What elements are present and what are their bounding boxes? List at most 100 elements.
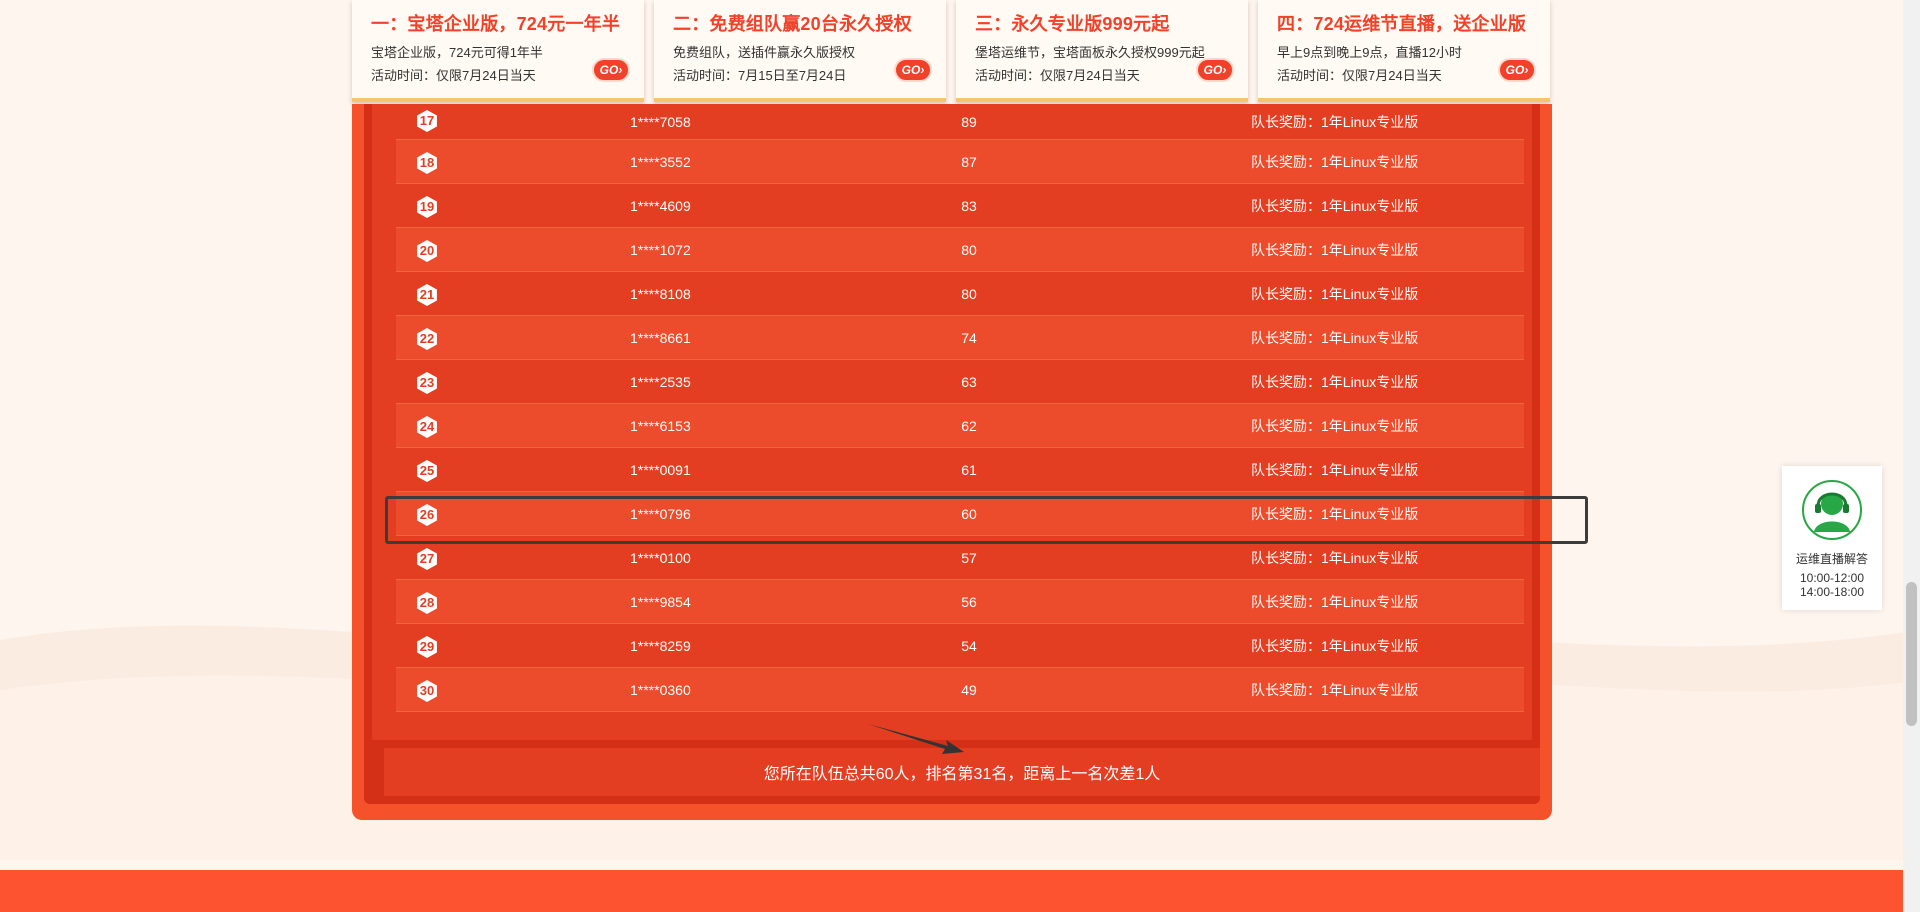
- rank-badge: 19: [417, 196, 437, 218]
- row-score: 89: [961, 114, 977, 130]
- rank-badge: 29: [417, 636, 437, 658]
- row-reward: 队长奖励：1年Linux专业版: [1251, 682, 1419, 698]
- table-row: 17 1****7058 89 队长奖励：1年Linux专业版: [396, 104, 1524, 140]
- table-row: 28 1****9854 56 队长奖励：1年Linux专业版: [396, 580, 1524, 624]
- row-user: 1****0360: [630, 682, 691, 698]
- go-label: GO: [901, 63, 921, 77]
- table-row: 24 1****6153 62 队长奖励：1年Linux专业版: [396, 404, 1524, 448]
- rank-badge: 30: [417, 680, 437, 702]
- row-score: 74: [961, 330, 977, 346]
- rank-badge: 28: [417, 592, 437, 614]
- row-reward: 队长奖励：1年Linux专业版: [1251, 374, 1419, 390]
- row-user: 1****7058: [630, 114, 691, 130]
- promo-title: 三：永久专业版999元起: [975, 14, 1170, 34]
- row-reward: 队长奖励：1年Linux专业版: [1251, 198, 1419, 214]
- rank-badge: 17: [417, 110, 437, 132]
- rank-badge: 24: [417, 416, 437, 438]
- row-reward: 队长奖励：1年Linux专业版: [1251, 242, 1419, 258]
- row-score: 60: [961, 506, 977, 522]
- go-label: GO: [599, 63, 619, 77]
- row-reward: 队长奖励：1年Linux专业版: [1251, 462, 1419, 478]
- row-reward: 队长奖励：1年Linux专业版: [1251, 638, 1419, 654]
- ranking-panel-inner: 17 1****7058 89 队长奖励：1年Linux专业版 18 1****3552 8…: [364, 104, 1540, 804]
- row-user: 1****6153: [630, 418, 691, 434]
- support-label: 运维直播解答: [1795, 552, 1868, 566]
- promo-cards: 一：宝塔企业版，724元一年半 宝塔企业版，724元可得1年半 活动时间：仅限7…: [352, 0, 1552, 104]
- row-user: 1****0796: [630, 506, 691, 522]
- ranking-table: 17 1****7058 89 队长奖励：1年Linux专业版 18 1****3552 8…: [372, 104, 1532, 740]
- chevron-right-icon: ›: [618, 63, 623, 77]
- ranking-rows: 17 1****7058 89 队长奖励：1年Linux专业版 18 1****3552 8…: [396, 104, 1524, 712]
- row-score: 62: [961, 418, 977, 434]
- row-reward: 队长奖励：1年Linux专业版: [1251, 550, 1419, 566]
- chevron-right-icon: ›: [1222, 63, 1227, 77]
- row-user: 1****4609: [630, 198, 691, 214]
- scrollbar-thumb[interactable]: [1906, 582, 1917, 726]
- rank-badge: 27: [417, 548, 437, 570]
- table-row: 27 1****0100 57 队长奖励：1年Linux专业版: [396, 536, 1524, 580]
- row-score: 63: [961, 374, 977, 390]
- row-reward: 队长奖励：1年Linux专业版: [1251, 594, 1419, 610]
- row-reward: 队长奖励：1年Linux专业版: [1251, 330, 1419, 346]
- customer-service-icon: [1802, 480, 1862, 540]
- rank-badge: 21: [417, 284, 437, 306]
- ranking-panel: 17 1****7058 89 队长奖励：1年Linux专业版 18 1****3552 8…: [352, 104, 1552, 820]
- promo-title: 一：宝塔企业版，724元一年半: [371, 14, 621, 34]
- rank-badge: 25: [417, 460, 437, 482]
- row-reward: 队长奖励：1年Linux专业版: [1251, 114, 1419, 130]
- table-row: 29 1****8259 54 队长奖励：1年Linux专业版: [396, 624, 1524, 668]
- row-user: 1****8259: [630, 638, 691, 654]
- row-user: 1****0100: [630, 550, 691, 566]
- row-reward: 队长奖励：1年Linux专业版: [1251, 418, 1419, 434]
- promo-card-2[interactable]: 二：免费组队赢20台永久授权 免费组队，送插件赢永久版授权 活动时间：7月15日…: [654, 0, 946, 102]
- row-score: 87: [961, 154, 977, 170]
- footer-band: [0, 870, 1920, 912]
- promo-title: 二：免费组队赢20台永久授权: [673, 14, 912, 34]
- promo-title: 四：724运维节直播，送企业版: [1277, 14, 1527, 34]
- chevron-right-icon: ›: [920, 63, 925, 77]
- row-reward: 队长奖励：1年Linux专业版: [1251, 506, 1419, 522]
- row-score: 54: [961, 638, 977, 654]
- rank-badge: 26: [417, 504, 437, 526]
- rank-badge: 20: [417, 240, 437, 262]
- promo-go-button[interactable]: GO ›: [592, 58, 630, 82]
- row-user: 1****8661: [630, 330, 691, 346]
- row-user: 1****9854: [630, 594, 691, 610]
- support-hours-am: 10:00-12:00: [1799, 571, 1865, 585]
- row-reward: 队长奖励：1年Linux专业版: [1251, 286, 1419, 302]
- promo-go-button[interactable]: GO ›: [1196, 58, 1234, 82]
- table-row: 21 1****8108 80 队长奖励：1年Linux专业版: [396, 272, 1524, 316]
- row-score: 56: [961, 594, 977, 610]
- table-row: 18 1****3552 87 队长奖励：1年Linux专业版: [396, 140, 1524, 184]
- go-label: GO: [1505, 63, 1525, 77]
- table-row: 19 1****4609 83 队长奖励：1年Linux专业版: [396, 184, 1524, 228]
- table-row: 25 1****0091 61 队长奖励：1年Linux专业版: [396, 448, 1524, 492]
- row-user: 1****3552: [630, 154, 691, 170]
- row-score: 49: [961, 682, 977, 698]
- promo-card-1[interactable]: 一：宝塔企业版，724元一年半 宝塔企业版，724元可得1年半 活动时间：仅限7…: [352, 0, 644, 102]
- table-row: 20 1****1072 80 队长奖励：1年Linux专业版: [396, 228, 1524, 272]
- row-score: 80: [961, 286, 977, 302]
- table-row: 26 1****0796 60 队长奖励：1年Linux专业版: [396, 492, 1524, 536]
- scrollbar[interactable]: [1903, 0, 1920, 912]
- row-score: 80: [961, 242, 977, 258]
- row-score: 83: [961, 198, 977, 214]
- chevron-right-icon: ›: [1524, 63, 1529, 77]
- row-reward: 队长奖励：1年Linux专业版: [1251, 154, 1419, 170]
- table-row: 23 1****2535 63 队长奖励：1年Linux专业版: [396, 360, 1524, 404]
- rank-badge: 23: [417, 372, 437, 394]
- promo-card-3[interactable]: 三：永久专业版999元起 堡塔运维节，宝塔面板永久授权999元起 活动时间：仅限…: [956, 0, 1248, 102]
- row-user: 1****8108: [630, 286, 691, 302]
- promo-go-button[interactable]: GO ›: [1498, 58, 1536, 82]
- row-user: 1****1072: [630, 242, 691, 258]
- promo-card-4[interactable]: 四：724运维节直播，送企业版 早上9点到晚上9点，直播12小时 活动时间：仅限…: [1258, 0, 1550, 102]
- table-row: 22 1****8661 74 队长奖励：1年Linux专业版: [396, 316, 1524, 360]
- go-label: GO: [1203, 63, 1223, 77]
- rank-badge: 22: [417, 328, 437, 350]
- promo-go-button[interactable]: GO ›: [894, 58, 932, 82]
- arrow-icon: [868, 724, 964, 754]
- row-user: 1****2535: [630, 374, 691, 390]
- live-support-widget[interactable]: 运维直播解答 10:00-12:00 14:00-18:00: [1782, 466, 1882, 610]
- row-user: 1****0091: [630, 462, 691, 478]
- row-score: 61: [961, 462, 977, 478]
